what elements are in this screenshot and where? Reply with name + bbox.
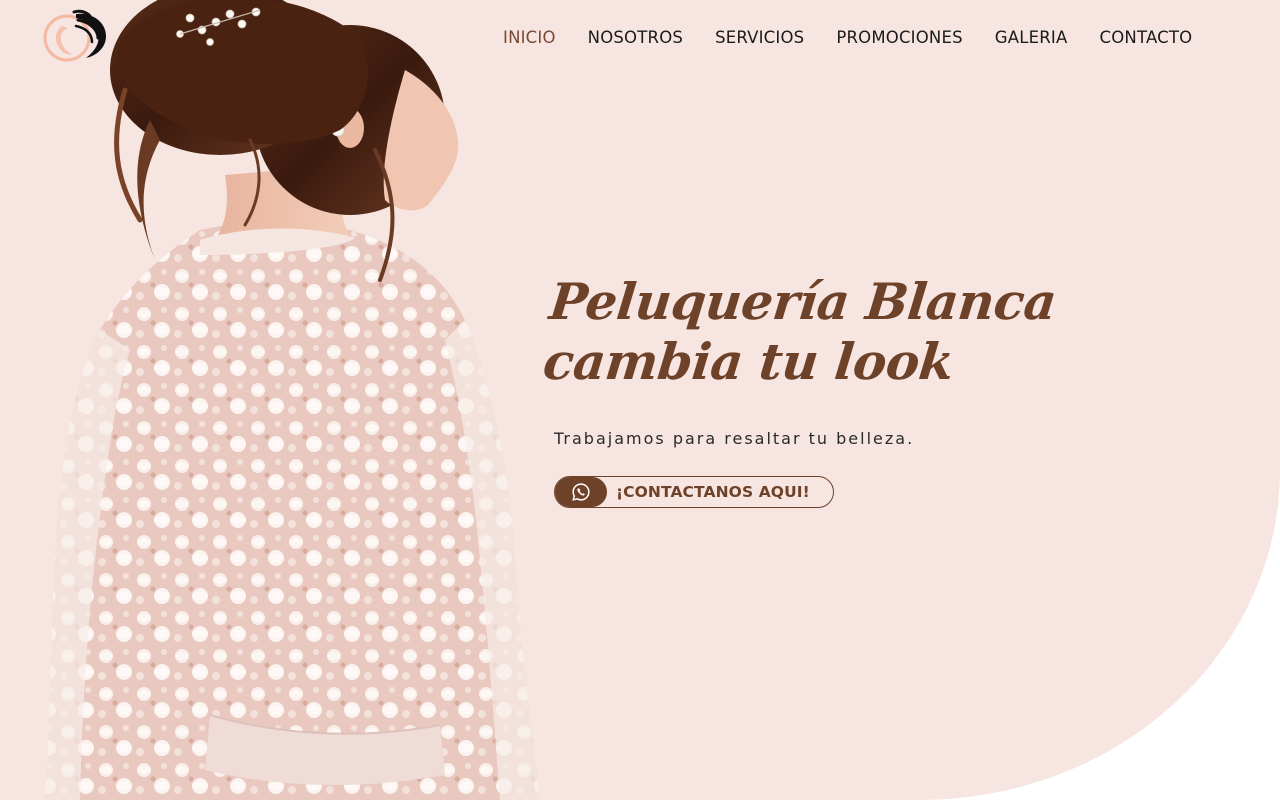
nav-contacto[interactable]: CONTACTO <box>1100 27 1193 49</box>
hero-title-line1: Peluquería Blanca <box>546 272 1060 331</box>
contact-whatsapp-button[interactable]: ¡CONTACTANOS AQUI! <box>554 476 834 508</box>
nav-promociones[interactable]: PROMOCIONES <box>836 27 962 49</box>
hero-title-line2: cambia tu look <box>540 332 957 391</box>
nav-galeria[interactable]: GALERIA <box>995 27 1068 49</box>
page: INICIO NOSOTROS SERVICIOS PROMOCIONES GA… <box>0 0 1280 800</box>
hero-photo <box>45 0 540 800</box>
nav-servicios[interactable]: SERVICIOS <box>715 27 804 49</box>
hero-title: Peluquería Blanca cambia tu look <box>540 272 1113 392</box>
hero-subtitle: Trabajamos para resaltar tu belleza. <box>554 429 915 448</box>
cta-label: ¡CONTACTANOS AQUI! <box>616 483 810 501</box>
whatsapp-icon <box>572 483 590 501</box>
cta-icon-container <box>555 477 607 507</box>
nav-inicio[interactable]: INICIO <box>503 27 556 49</box>
woman-silhouette-logo-icon[interactable] <box>42 8 112 66</box>
main-nav: INICIO NOSOTROS SERVICIOS PROMOCIONES GA… <box>503 27 1192 49</box>
nav-nosotros[interactable]: NOSOTROS <box>588 27 683 49</box>
